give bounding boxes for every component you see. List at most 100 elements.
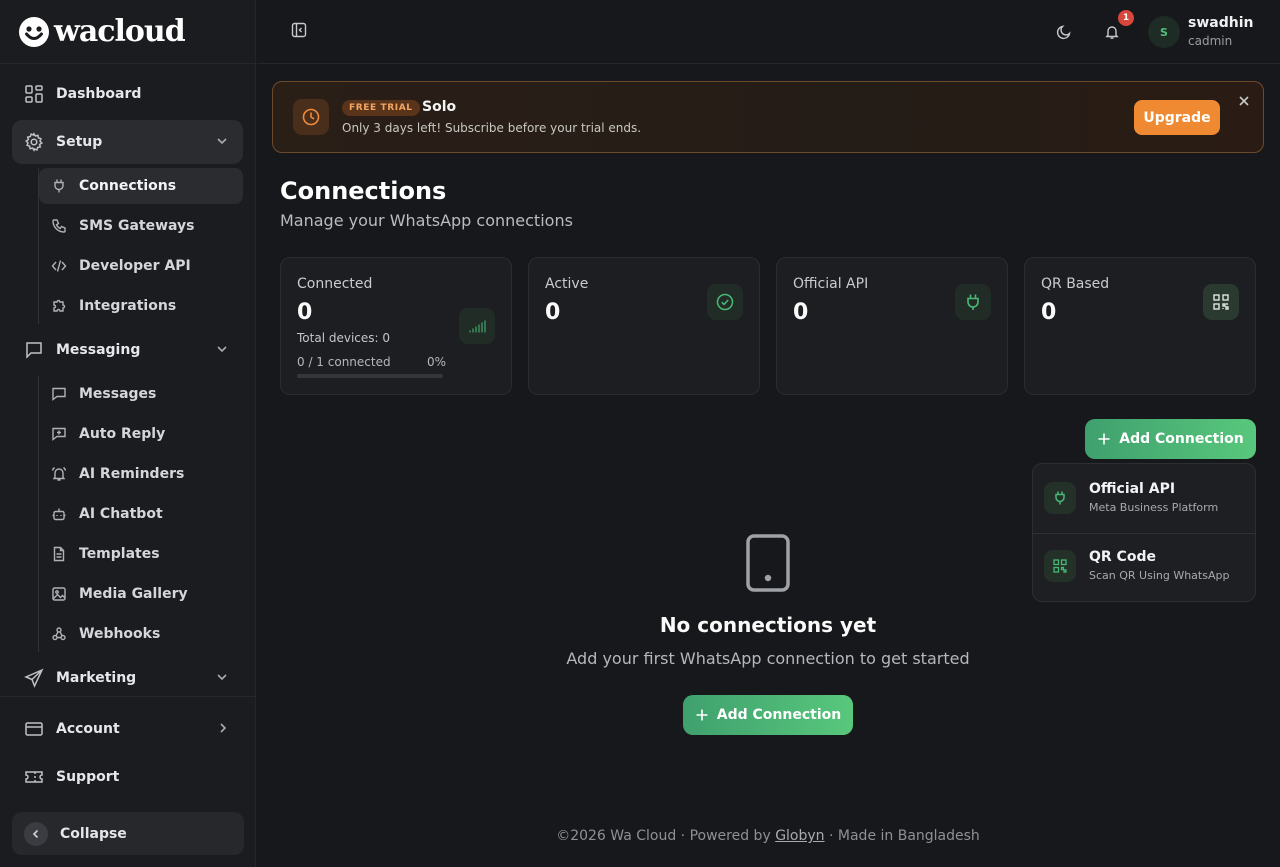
footer-prefix: ©2026 Wa Cloud · Powered by [556,828,776,844]
sidebar-item-label: Connections [79,178,177,194]
plus-icon [1098,433,1110,445]
notification-badge: 1 [1118,10,1134,26]
sidebar-item-messages[interactable]: Messages [39,376,243,412]
menu-item-official-api[interactable]: Official API Meta Business Platform [1033,464,1255,532]
sidebar-item-messaging[interactable]: Messaging [12,328,243,372]
stat-label: Active [545,276,589,292]
file-text-icon [53,546,65,562]
stat-label: Official API [793,276,869,292]
sidebar-item-label: Support [56,769,120,785]
trial-message: Only 3 days left! Subscribe before your … [342,121,642,135]
sidebar-item-dashboard[interactable]: Dashboard [12,72,243,116]
sidebar-item-label: Account [56,721,120,737]
chevron-down-icon [217,674,227,681]
avatar[interactable]: S [1148,16,1180,48]
ticket-icon [25,771,43,783]
sidebar-item-label: Media Gallery [79,586,188,602]
brand-logo[interactable]: wacloud [0,0,255,64]
bell-ring-icon [51,466,67,481]
stat-card-connected: Connected 0 Total devices: 0 0 / 1 conne… [280,257,512,395]
sidebar-item-integrations[interactable]: Integrations [39,288,243,324]
sidebar-item-label: AI Reminders [79,466,185,482]
sidebar: wacloud Dashboard Setup Connections SMS … [0,0,256,867]
send-icon [24,668,44,688]
sidebar-item-account[interactable]: Account [12,707,244,751]
upgrade-button[interactable]: Upgrade [1134,100,1220,135]
connected-percent: 0% [427,355,447,369]
message-square-icon [26,342,42,359]
total-devices: Total devices: 0 [297,331,390,345]
sidebar-item-label: Messages [79,386,157,402]
add-connection-label: Add Connection [716,707,842,723]
sidebar-item-label: Integrations [79,298,177,314]
bell-icon[interactable] [1104,24,1120,40]
puzzle-icon [53,299,66,312]
clock-icon [293,99,329,135]
sidebar-item-label: Developer API [79,258,191,274]
image-icon [52,587,66,601]
sidebar-item-label: Auto Reply [79,426,166,442]
dashboard-grid-icon [25,85,43,103]
connected-ratio: 0 / 1 connected [297,355,391,369]
top-header: 1 S swadhin cadmin [257,0,1280,64]
sidebar-item-media-gallery[interactable]: Media Gallery [39,576,243,612]
sidebar-item-auto-reply[interactable]: Auto Reply [39,416,243,452]
sidebar-item-label: AI Chatbot [79,506,163,522]
trial-badge: FREE TRIAL [342,100,420,116]
plug-icon [54,179,64,193]
moon-icon[interactable] [1056,24,1072,40]
sidebar-item-label: Webhooks [79,626,161,642]
stat-value: 0 [793,300,809,325]
message-icon [52,387,66,401]
user-name[interactable]: swadhin [1188,15,1253,31]
sidebar-item-ai-reminders[interactable]: AI Reminders [39,456,243,492]
chevron-down-icon [217,138,227,145]
code-icon [51,260,67,272]
qr-code-icon [1203,284,1239,320]
user-role: cadmin [1188,34,1233,48]
brand-name: wacloud [54,14,186,49]
sidebar-item-marketing[interactable]: Marketing [12,656,243,700]
add-connection-button[interactable]: Add Connection [1085,419,1256,459]
sidebar-item-connections[interactable]: Connections [39,168,243,204]
messaging-subnav: Messages Auto Reply AI Reminders AI Chat… [38,376,243,652]
menu-item-qr-code[interactable]: QR Code Scan QR Using WhatsApp [1033,534,1255,602]
sidebar-item-label: Messaging [56,342,141,358]
sidebar-item-label: SMS Gateways [79,218,195,234]
add-connection-menu: Official API Meta Business Platform QR C… [1032,463,1256,602]
sidebar-item-label: Dashboard [56,86,142,102]
collapse-button[interactable]: Collapse [12,812,244,855]
chevron-down-icon [217,346,227,353]
add-connection-button-empty[interactable]: Add Connection [683,695,853,735]
credit-card-icon [25,722,43,736]
sidebar-item-ai-chatbot[interactable]: AI Chatbot [39,496,243,532]
sidebar-nav: Dashboard Setup Connections SMS Gateways… [0,64,255,700]
close-icon[interactable] [1238,95,1250,107]
menu-item-title: QR Code [1089,549,1156,565]
footer-link[interactable]: Globyn [775,828,824,844]
trial-banner: FREE TRIAL Solo Only 3 days left! Subscr… [272,81,1264,153]
sidebar-item-templates[interactable]: Templates [39,536,243,572]
plus-icon [696,709,708,721]
chevron-left-icon [24,821,48,846]
sidebar-item-developer-api[interactable]: Developer API [39,248,243,284]
sidebar-item-webhooks[interactable]: Webhooks [39,616,243,652]
setup-subnav: Connections SMS Gateways Developer API I… [38,168,243,324]
sidebar-toggle-icon[interactable] [291,22,307,38]
menu-item-desc: Meta Business Platform [1089,501,1219,514]
empty-state-title: No connections yet [659,613,877,637]
stat-card-qr-based: QR Based 0 [1024,257,1256,395]
chevron-right-icon [220,723,227,733]
sidebar-item-label: Marketing [56,670,137,686]
sidebar-bottom: Account Support [0,696,256,803]
add-connection-label: Add Connection [1119,431,1244,447]
plug-icon [955,284,991,320]
stat-label: QR Based [1041,276,1110,292]
sidebar-item-label: Templates [79,546,160,562]
smiley-logo-icon [19,16,49,47]
sidebar-item-setup[interactable]: Setup [12,120,243,164]
sidebar-item-sms-gateways[interactable]: SMS Gateways [39,208,243,244]
sidebar-item-support[interactable]: Support [12,755,244,799]
stat-value: 0 [297,300,313,325]
gear-icon [25,132,43,152]
